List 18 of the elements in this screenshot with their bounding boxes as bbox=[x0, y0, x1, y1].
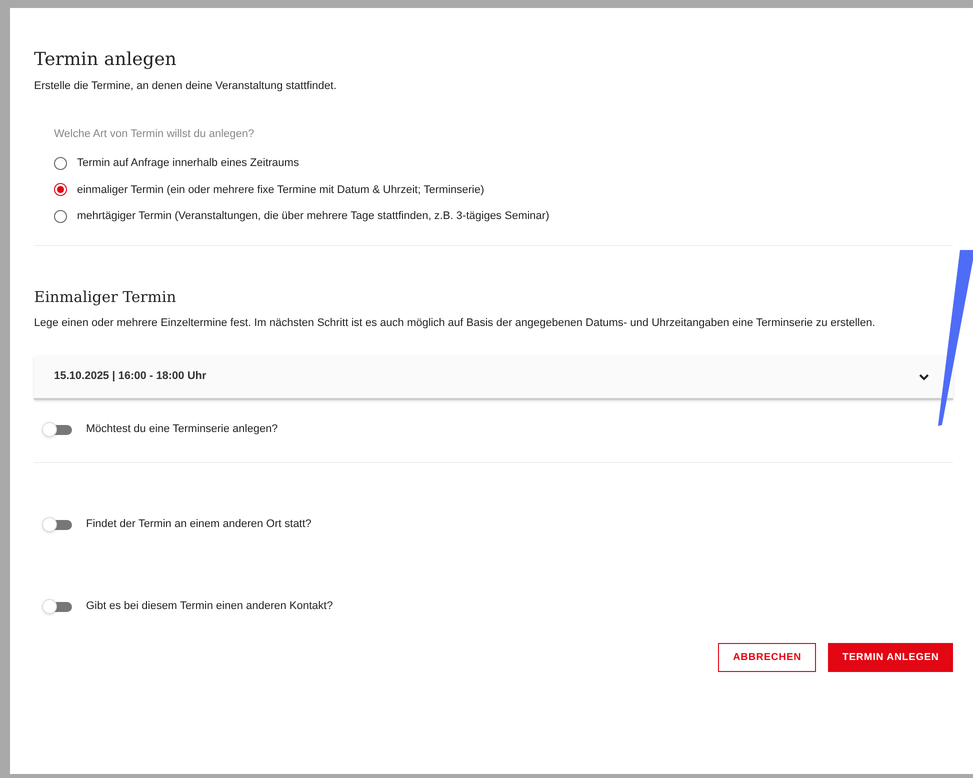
radio-label: Termin auf Anfrage innerhalb eines Zeitraums bbox=[77, 156, 299, 171]
page-subtitle: Erstelle die Termine, an denen deine Veranstaltung stattfindet. bbox=[34, 79, 336, 94]
radio-label: mehrtägiger Termin (Veranstaltungen, die über mehrere Tage stattfinden, z.B. 3-tägiges Seminar) bbox=[77, 209, 550, 224]
page-title: Termin anlegen bbox=[34, 48, 177, 72]
toggle-label: Gibt es bei diesem Termin einen anderen Kontakt? bbox=[86, 599, 333, 614]
toggle-label: Findet der Termin an einem anderen Ort statt? bbox=[86, 517, 312, 532]
chevron-icon bbox=[919, 372, 929, 380]
radio-button[interactable] bbox=[54, 183, 67, 196]
toggle-label: Möchtest du eine Terminserie anlegen? bbox=[86, 422, 278, 438]
section-title: Einmaliger Termin bbox=[34, 286, 176, 308]
date-accordion[interactable]: 15.10.2025 | 16:00 - 18:00 Uhr bbox=[34, 356, 953, 400]
radio-button[interactable] bbox=[54, 210, 67, 223]
radio-label: einmaliger Termin (ein oder mehrere fixe Termine mit Datum & Uhrzeit; Terminserie) bbox=[77, 182, 484, 198]
cancel-button[interactable]: ABBRECHEN bbox=[718, 642, 816, 672]
radio-button[interactable] bbox=[54, 156, 67, 170]
section-description: Lege einen oder mehrere Einzeltermine fest. Im nächsten Schritt ist es auch möglich auf Basis der angegebenen Datums- und Uhrzeitangaben eine Terminserie zu erstellen. bbox=[34, 316, 876, 330]
create-button[interactable]: TERMIN ANLEGEN bbox=[828, 642, 953, 672]
question-label: Welche Art von Termin willst du anlegen? bbox=[54, 127, 254, 142]
